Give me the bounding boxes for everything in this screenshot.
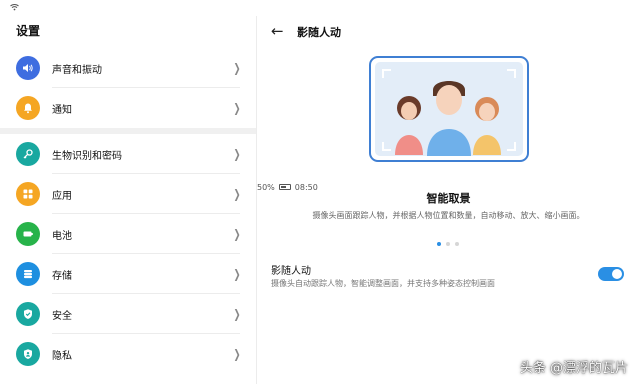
option-description: 摄像头自动跟踪人物，智能调整画面，并支持多种姿态控制画面	[271, 279, 495, 288]
key-icon	[16, 142, 40, 166]
chevron-right-icon: ❯	[233, 227, 241, 241]
page-dot	[446, 242, 450, 246]
chevron-right-icon: ❯	[233, 267, 241, 281]
chevron-right-icon: ❯	[233, 347, 241, 361]
privacy-shield-icon	[16, 342, 40, 366]
bell-icon	[16, 96, 40, 120]
option-label: 影随人动	[271, 266, 311, 277]
option-toggle[interactable]	[598, 267, 624, 281]
chevron-right-icon: ❯	[233, 307, 241, 321]
feature-description: 摄像头画面跟踪人物，并根据人物位置和数量，自动移动、放大、缩小画面。	[312, 211, 585, 220]
smart-framing-illustration	[369, 56, 529, 162]
sidebar-item-notifications[interactable]: 通知 ❯	[0, 88, 256, 128]
feature-title: 智能取景	[426, 192, 471, 205]
sidebar-item-security[interactable]: 安全 ❯	[0, 294, 256, 334]
page-title: 影随人动	[297, 26, 341, 39]
chevron-right-icon: ❯	[233, 61, 241, 75]
sidebar-item-battery[interactable]: 电池 ❯	[0, 214, 256, 254]
watermark: 头条 @漂浮的瓦片	[519, 361, 628, 376]
sidebar-item-label: 电池	[52, 230, 72, 242]
shield-icon	[16, 302, 40, 326]
sidebar-item-label: 生物识别和密码	[52, 150, 122, 162]
sidebar-item-privacy[interactable]: 隐私 ❯	[0, 334, 256, 374]
wifi-icon	[10, 3, 19, 13]
chevron-right-icon: ❯	[233, 187, 241, 201]
sidebar-item-label: 应用	[52, 190, 72, 202]
page-dot	[455, 242, 459, 246]
toggle-knob	[612, 269, 622, 279]
sidebar-item-label: 隐私	[52, 350, 72, 362]
sidebar-item-apps[interactable]: 应用 ❯	[0, 174, 256, 214]
apps-grid-icon	[16, 182, 40, 206]
volume-icon	[16, 56, 40, 80]
settings-sidebar: 设置 声音和振动 ❯ 通知 ❯ 生物识别和密码 ❯ 应用 ❯ 电池 ❯ 存储 ❯…	[0, 16, 256, 384]
sidebar-title: 设置	[16, 24, 41, 38]
sidebar-item-storage[interactable]: 存储 ❯	[0, 254, 256, 294]
detail-pane: ← 影随人动 智能取景 摄像头画面跟踪人物，并根据人物位置和数量，自动移动、放大…	[257, 16, 640, 384]
sidebar-item-label: 通知	[52, 104, 72, 116]
chevron-right-icon: ❯	[233, 101, 241, 115]
status-bar: 50% 08:50	[0, 0, 640, 192]
page-indicator	[437, 242, 459, 246]
battery-icon	[16, 222, 40, 246]
chevron-right-icon: ❯	[233, 147, 241, 161]
sidebar-item-label: 安全	[52, 310, 72, 322]
page-dot-active	[437, 242, 441, 246]
storage-icon	[16, 262, 40, 286]
sidebar-item-sound[interactable]: 声音和振动 ❯	[0, 48, 256, 88]
sidebar-item-label: 声音和振动	[52, 64, 102, 76]
sidebar-item-label: 存储	[52, 270, 72, 282]
sidebar-item-biometrics[interactable]: 生物识别和密码 ❯	[0, 134, 256, 174]
back-arrow-icon[interactable]: ←	[271, 22, 284, 40]
